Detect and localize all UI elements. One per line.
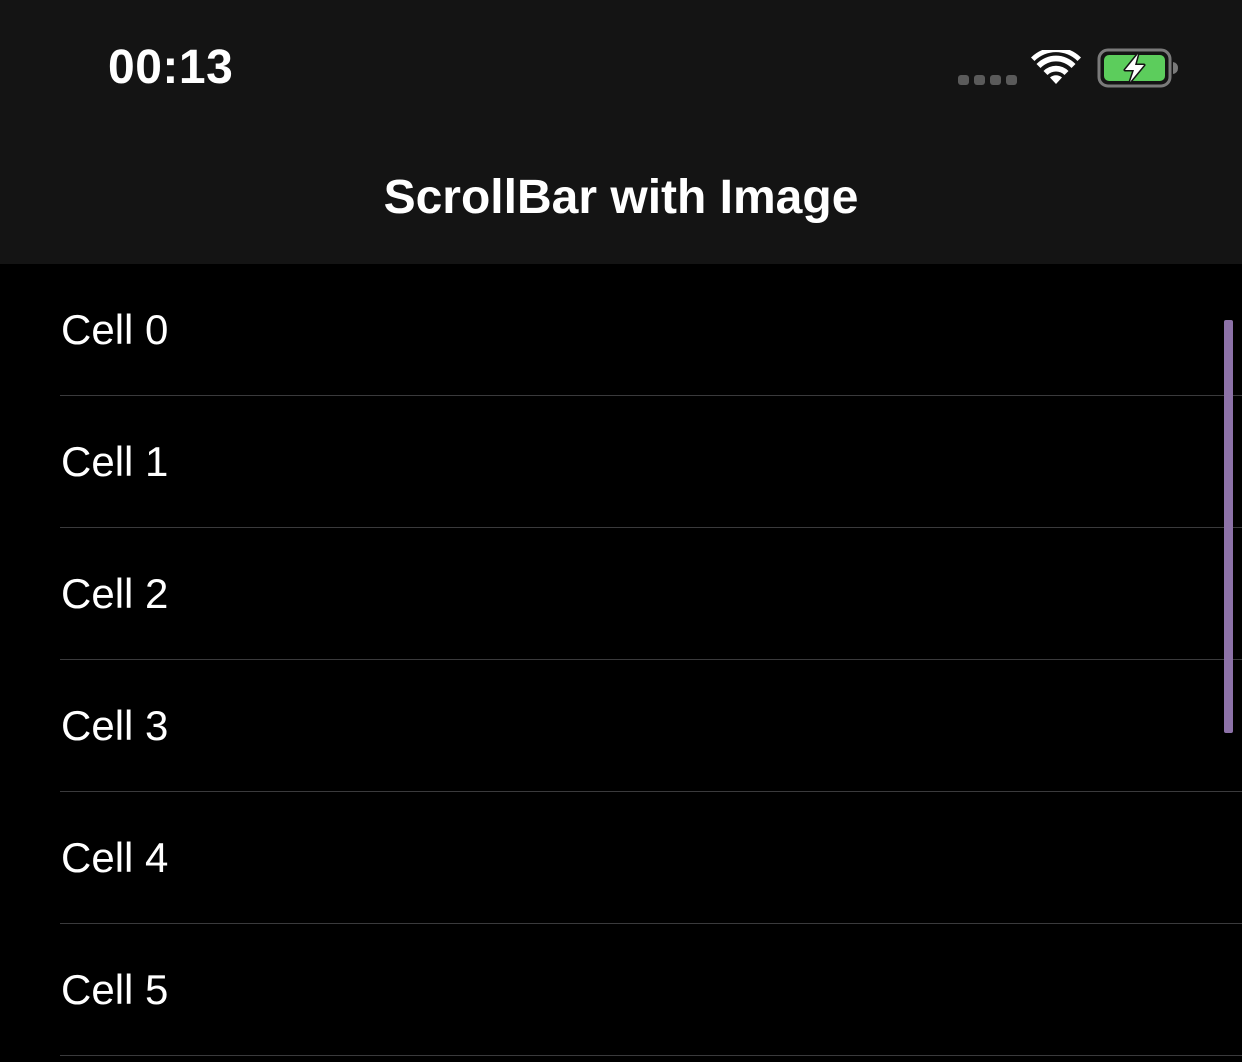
header: 00:13 ScrollBar with Image xyxy=(0,0,1242,264)
cell-label: Cell 3 xyxy=(61,702,169,749)
signal-dot xyxy=(990,75,1001,85)
signal-dot xyxy=(1006,75,1017,85)
row-separator xyxy=(60,1055,1242,1056)
table-row[interactable]: Cell 3 xyxy=(0,660,1242,792)
table-row[interactable]: Cell 2 xyxy=(0,528,1242,660)
cell-label: Cell 0 xyxy=(61,306,169,353)
table-view[interactable]: Cell 0 Cell 1 Cell 2 Cell 3 Cell 4 Cell … xyxy=(0,264,1242,1062)
scroll-indicator[interactable] xyxy=(1224,320,1233,733)
app-screen: 00:13 ScrollBar with Image Cell 0 Cell 1… xyxy=(0,0,1242,1062)
cell-label: Cell 2 xyxy=(61,570,169,617)
wifi-icon xyxy=(1031,50,1081,84)
cell-label: Cell 1 xyxy=(61,438,169,485)
table-row[interactable]: Cell 5 xyxy=(0,924,1242,1056)
cellular-signal-icon xyxy=(958,75,1017,85)
signal-dot xyxy=(958,75,969,85)
cell-label: Cell 4 xyxy=(61,834,169,881)
battery-charging-icon xyxy=(1097,48,1178,88)
table-row[interactable]: Cell 4 xyxy=(0,792,1242,924)
status-time: 00:13 xyxy=(108,41,234,94)
table-row[interactable]: Cell 0 xyxy=(0,264,1242,396)
table-row[interactable]: Cell 1 xyxy=(0,396,1242,528)
signal-dot xyxy=(974,75,985,85)
nav-title: ScrollBar with Image xyxy=(383,171,859,224)
cell-label: Cell 5 xyxy=(61,966,169,1013)
